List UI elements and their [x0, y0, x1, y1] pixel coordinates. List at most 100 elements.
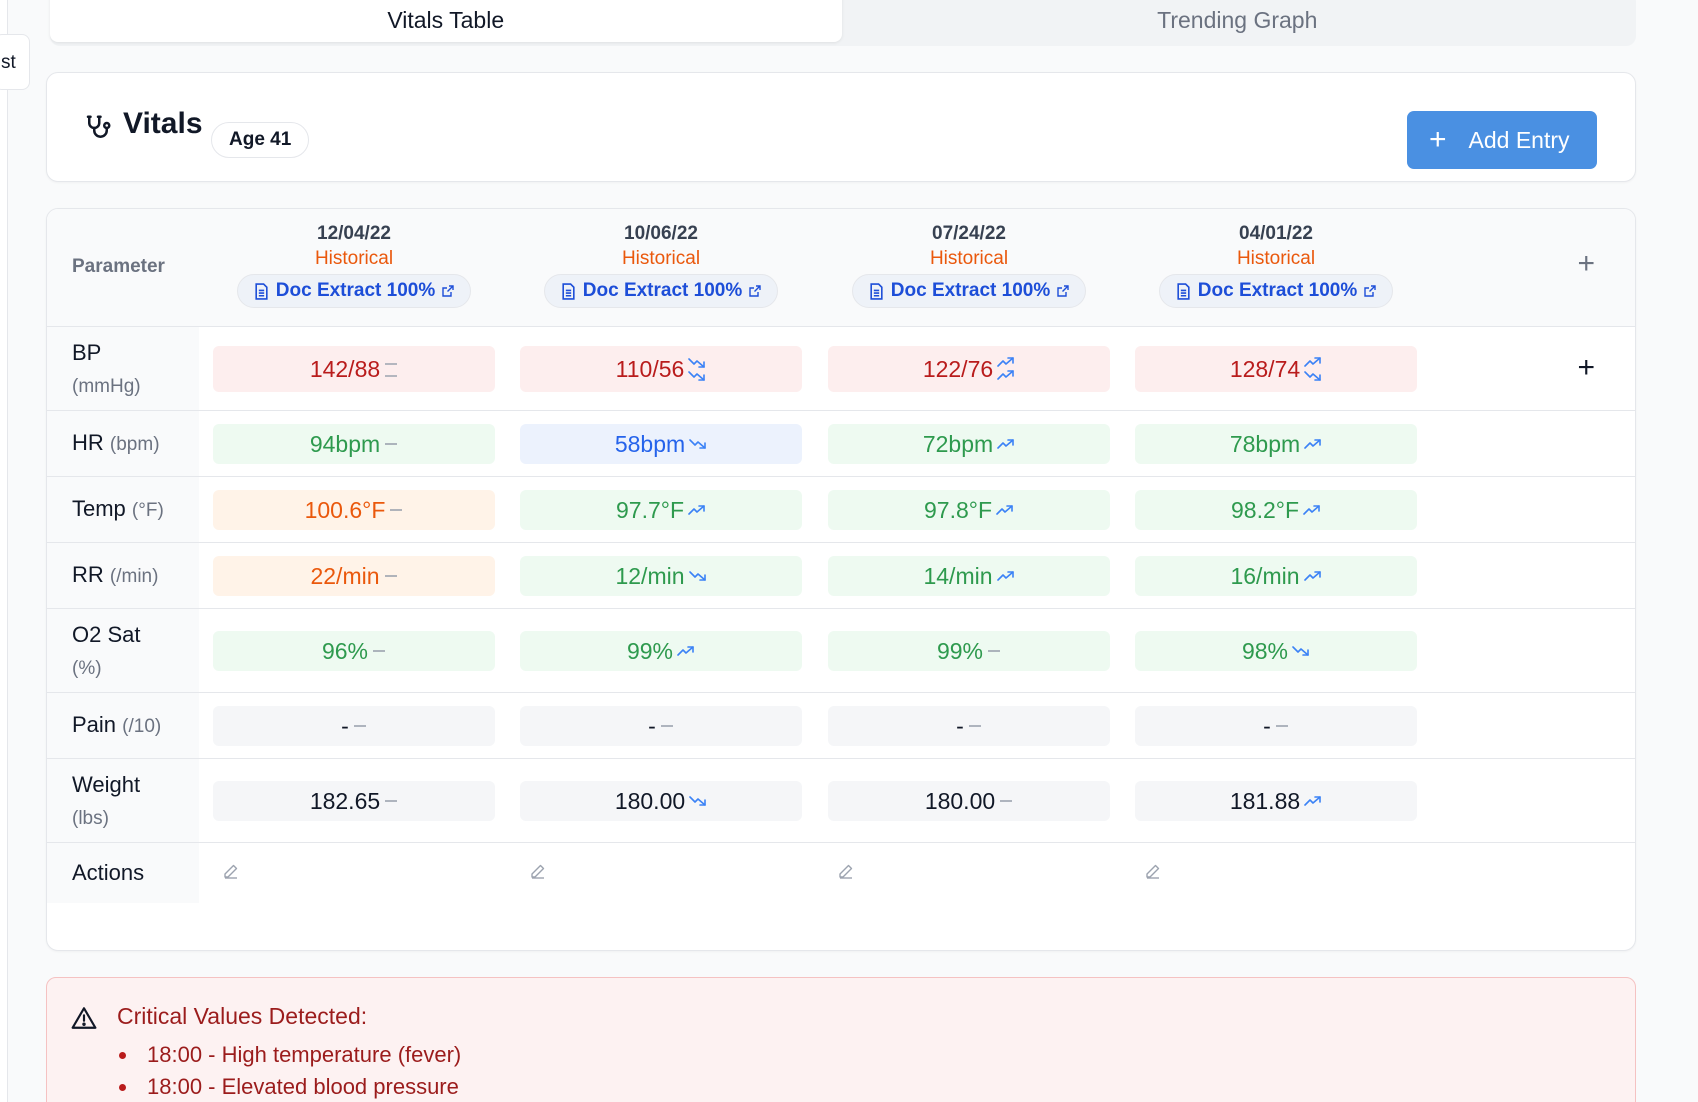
parameter-unit: (lbs) — [72, 808, 109, 829]
document-icon — [870, 282, 883, 300]
parameter-unit: (/min) — [109, 566, 159, 587]
parameter-label: BP (mmHg) — [72, 337, 141, 403]
vital-value-cell[interactable]: 78bpm — [1135, 424, 1417, 464]
vital-value-cell[interactable]: 98.2°F — [1135, 490, 1417, 530]
tab-trending-graph[interactable]: Trending Graph — [842, 0, 1634, 42]
external-link-icon — [1364, 285, 1376, 297]
vital-value-cell[interactable]: 180.00 — [828, 781, 1110, 821]
vital-value-cell[interactable]: - — [213, 706, 495, 746]
date-column-header: 04/01/22 Historical Doc Extract 100% — [1135, 209, 1417, 308]
vital-value: 96% — [321, 637, 369, 664]
parameter-unit: (°F) — [131, 500, 164, 521]
sidebar-tab[interactable]: st — [0, 34, 30, 90]
column-status: Historical — [314, 248, 394, 269]
column-date: 10/06/22 — [624, 223, 698, 244]
parameter-cell: RR (/min) — [47, 543, 199, 608]
vital-value: 99% — [936, 637, 984, 664]
add-column-icon[interactable]: + — [1577, 249, 1595, 279]
edit-pencil-icon[interactable] — [1145, 863, 1161, 884]
parameter-unit: (bpm) — [109, 434, 160, 455]
document-icon — [562, 282, 575, 300]
vital-value-cell[interactable]: 110/56 — [520, 346, 802, 392]
trend-indicator — [997, 356, 1015, 382]
trend-indicator — [997, 438, 1015, 450]
trend-down-icon — [1292, 646, 1309, 656]
edit-pencil-icon[interactable] — [530, 863, 546, 884]
vital-value-cell[interactable]: 14/min — [828, 556, 1110, 596]
table-row: Temp (°F) 100.6°F 97.7°F 97.8°F 98.2°F — [47, 477, 1635, 543]
vital-value-cell[interactable]: 128/74 — [1135, 346, 1417, 392]
vital-value-cell[interactable]: 12/min — [520, 556, 802, 596]
doc-extract-link[interactable]: Doc Extract 100% — [851, 274, 1087, 308]
trend-down-icon — [688, 358, 706, 381]
vital-value-cell[interactable]: 97.8°F — [828, 490, 1110, 530]
parameter-name: O2 Sat — [72, 622, 141, 647]
vital-value-cell[interactable]: 180.00 — [520, 781, 802, 821]
vital-value-cell[interactable]: - — [520, 706, 802, 746]
vitals-header: Vitals Age 41 + Add Entry — [46, 72, 1636, 182]
parameter-cell: HR (bpm) — [47, 411, 199, 476]
actions-row: Actions — [47, 843, 1635, 903]
trend-up-icon — [1304, 796, 1321, 806]
trend-up-icon — [1303, 505, 1320, 515]
edit-pencil-icon[interactable] — [223, 863, 239, 884]
vital-value: 97.8°F — [923, 496, 992, 523]
vital-value-cell[interactable]: - — [1135, 706, 1417, 746]
external-link-icon — [1057, 285, 1069, 297]
vital-value-cell[interactable]: 100.6°F — [213, 490, 495, 530]
vital-value: 72bpm — [922, 430, 994, 457]
edit-pencil-icon[interactable] — [838, 863, 854, 884]
actions-label: Actions — [72, 860, 145, 885]
vital-value-cell[interactable]: 181.88 — [1135, 781, 1417, 821]
doc-extract-link[interactable]: Doc Extract 100% — [543, 274, 779, 308]
plus-icon: + — [1429, 123, 1447, 156]
parameter-cell: Temp (°F) — [47, 477, 199, 542]
vital-value-cell[interactable]: - — [828, 706, 1110, 746]
vital-value-cell[interactable]: 142/88 — [213, 346, 495, 392]
trend-indicator — [1304, 356, 1322, 382]
vital-value-cell[interactable]: 16/min — [1135, 556, 1417, 596]
doc-extract-link[interactable]: Doc Extract 100% — [1158, 274, 1394, 308]
page-title: Vitals — [123, 107, 203, 140]
add-value-icon[interactable]: + — [1577, 353, 1595, 383]
doc-extract-label: Doc Extract 100% — [582, 280, 743, 301]
vital-value-cell[interactable]: 97.7°F — [520, 490, 802, 530]
vital-value-cell[interactable]: 96% — [213, 631, 495, 671]
date-column-header: 10/06/22 Historical Doc Extract 100% — [520, 209, 802, 308]
alert-list: 18:00 - High temperature (fever) 18:00 -… — [118, 1039, 461, 1102]
vital-value-cell[interactable]: 99% — [520, 631, 802, 671]
column-date: 04/01/22 — [1239, 223, 1313, 244]
parameter-header-cell: Parameter — [47, 209, 199, 326]
table-row: RR (/min) 22/min 12/min 14/min 16/min — [47, 543, 1635, 609]
vital-value-cell[interactable]: 22/min — [213, 556, 495, 596]
parameter-label: HR (bpm) — [72, 427, 160, 461]
pencil-icon — [531, 864, 545, 879]
trend-indicator — [688, 570, 707, 582]
date-column-header: 07/24/22 Historical Doc Extract 100% — [828, 209, 1110, 308]
table-row: O2 Sat (%) 96% 99% 99% 98% — [47, 609, 1635, 693]
vital-value-cell[interactable]: 94bpm — [213, 424, 495, 464]
vital-value-cell[interactable]: 98% — [1135, 631, 1417, 671]
trend-stable-icon — [1000, 800, 1013, 802]
vital-value-cell[interactable]: 58bpm — [520, 424, 802, 464]
table-row: BP (mmHg) 142/88 110/56 122/76 128/74 + — [47, 327, 1635, 411]
alert-item: 18:00 - Elevated blood pressure — [118, 1071, 461, 1102]
trend-mixed-icon — [1304, 357, 1321, 381]
vital-value-cell[interactable]: 72bpm — [828, 424, 1110, 464]
vital-value: 110/56 — [615, 355, 685, 382]
vital-value-cell[interactable]: 122/76 — [828, 346, 1110, 392]
tab-vitals-table[interactable]: Vitals Table — [50, 0, 842, 42]
trend-indicator — [384, 356, 398, 382]
doc-extract-link[interactable]: Doc Extract 100% — [236, 274, 472, 308]
vital-value: - — [341, 712, 349, 739]
vital-value-cell[interactable]: 182.65 — [213, 781, 495, 821]
trend-indicator — [1303, 570, 1322, 582]
column-status: Historical — [1236, 248, 1316, 269]
trend-indicator — [688, 356, 706, 382]
trend-indicator — [689, 795, 707, 807]
date-column-header: 12/04/22 Historical Doc Extract 100% — [213, 209, 495, 308]
vital-value: 16/min — [1230, 562, 1300, 589]
vital-value-cell[interactable]: 99% — [828, 631, 1110, 671]
add-entry-button[interactable]: + Add Entry — [1407, 111, 1597, 169]
vital-value: 22/min — [310, 562, 380, 589]
